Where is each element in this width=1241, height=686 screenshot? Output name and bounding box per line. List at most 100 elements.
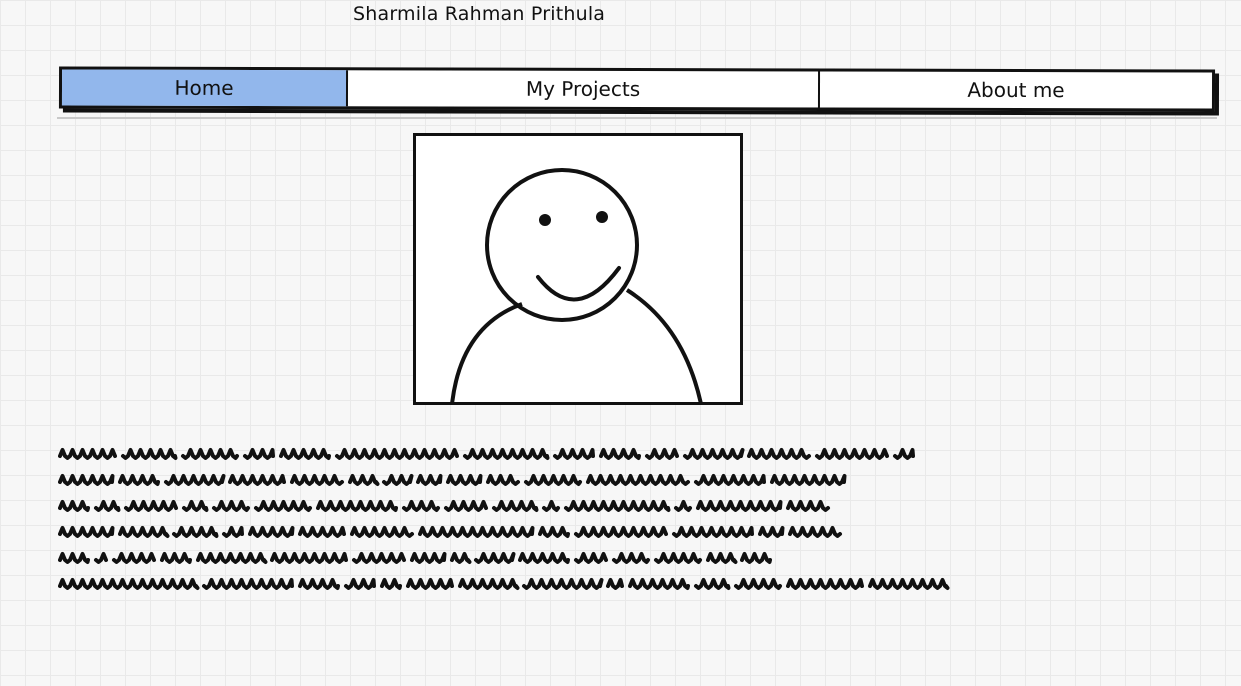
placeholder-word (786, 578, 864, 590)
placeholder-word (118, 474, 160, 486)
placeholder-word (316, 500, 398, 512)
placeholder-word (628, 578, 690, 590)
placeholder-text-line (58, 552, 772, 564)
placeholder-word (212, 500, 250, 512)
placeholder-word (344, 578, 376, 590)
placeholder-word (172, 526, 219, 538)
main-nav: Home My Projects About me (58, 66, 1216, 112)
placeholder-word (58, 500, 90, 512)
placeholder-word (416, 474, 443, 486)
placeholder-word (683, 448, 745, 460)
placeholder-word (815, 448, 889, 460)
placeholder-word (786, 500, 830, 512)
placeholder-word (538, 526, 570, 538)
placeholder-word (182, 500, 209, 512)
placeholder-text-line (58, 578, 950, 590)
person-placeholder-icon (450, 168, 703, 402)
placeholder-word (868, 578, 950, 590)
profile-image (413, 133, 743, 405)
placeholder-word (522, 578, 604, 590)
placeholder-word (758, 526, 785, 538)
placeholder-text-line (58, 448, 915, 460)
placeholder-word (770, 474, 847, 486)
placeholder-word (410, 552, 447, 564)
placeholder-word (121, 448, 178, 460)
placeholder-word (279, 448, 331, 460)
placeholder-word (160, 552, 192, 564)
placeholder-word (672, 526, 754, 538)
placeholder-word (298, 578, 340, 590)
placeholder-word (164, 474, 226, 486)
placeholder-word (335, 448, 459, 460)
placeholder-word (58, 552, 90, 564)
placeholder-word (458, 578, 520, 590)
nav-divider (57, 117, 1217, 119)
tab-my-projects[interactable]: My Projects (347, 70, 821, 108)
placeholder-word (518, 552, 570, 564)
placeholder-word (298, 526, 346, 538)
placeholder-word (542, 500, 560, 512)
tab-about-me[interactable]: About me (820, 71, 1212, 108)
placeholder-word (202, 578, 294, 590)
placeholder-word (586, 474, 690, 486)
placeholder-word (645, 448, 679, 460)
placeholder-word (290, 474, 344, 486)
placeholder-word (254, 500, 312, 512)
placeholder-word (350, 526, 414, 538)
placeholder-word (124, 500, 178, 512)
placeholder-word (893, 448, 915, 460)
placeholder-word (181, 448, 239, 460)
placeholder-word (674, 500, 692, 512)
tab-home[interactable]: Home (61, 69, 349, 107)
placeholder-word (734, 578, 782, 590)
placeholder-word (94, 552, 108, 564)
placeholder-word (58, 448, 117, 460)
placeholder-word (94, 500, 121, 512)
placeholder-word (524, 474, 582, 486)
placeholder-word (606, 578, 624, 590)
placeholder-word (553, 448, 595, 460)
placeholder-word (463, 448, 550, 460)
placeholder-word (418, 526, 535, 538)
placeholder-word (446, 474, 483, 486)
placeholder-word (486, 474, 520, 486)
placeholder-word (696, 500, 783, 512)
placeholder-word (270, 552, 348, 564)
placeholder-word (380, 578, 402, 590)
placeholder-word (654, 552, 702, 564)
placeholder-word (118, 526, 170, 538)
placeholder-text-line (58, 500, 830, 512)
placeholder-word (574, 552, 608, 564)
placeholder-word (564, 500, 671, 512)
site-title: Sharmila Rahman Prithula (353, 3, 606, 25)
placeholder-word (599, 448, 641, 460)
placeholder-word (222, 526, 244, 538)
placeholder-word (406, 578, 454, 590)
placeholder-word (740, 552, 772, 564)
placeholder-word (444, 500, 488, 512)
placeholder-word (348, 474, 380, 486)
placeholder-text-line (58, 526, 842, 538)
placeholder-word (574, 526, 668, 538)
placeholder-word (228, 474, 286, 486)
placeholder-word (747, 448, 811, 460)
placeholder-word (243, 448, 275, 460)
placeholder-word (58, 474, 115, 486)
placeholder-word (492, 500, 539, 512)
placeholder-word (402, 500, 440, 512)
placeholder-word (58, 578, 200, 590)
placeholder-word (248, 526, 295, 538)
placeholder-word (474, 552, 516, 564)
placeholder-word (694, 474, 766, 486)
placeholder-word (196, 552, 268, 564)
placeholder-word (788, 526, 842, 538)
placeholder-word (112, 552, 156, 564)
placeholder-text-line (58, 474, 847, 486)
placeholder-word (612, 552, 650, 564)
placeholder-word (58, 526, 115, 538)
placeholder-word (352, 552, 406, 564)
placeholder-text-block (58, 448, 950, 590)
placeholder-word (694, 578, 731, 590)
placeholder-word (382, 474, 414, 486)
placeholder-word (706, 552, 738, 564)
